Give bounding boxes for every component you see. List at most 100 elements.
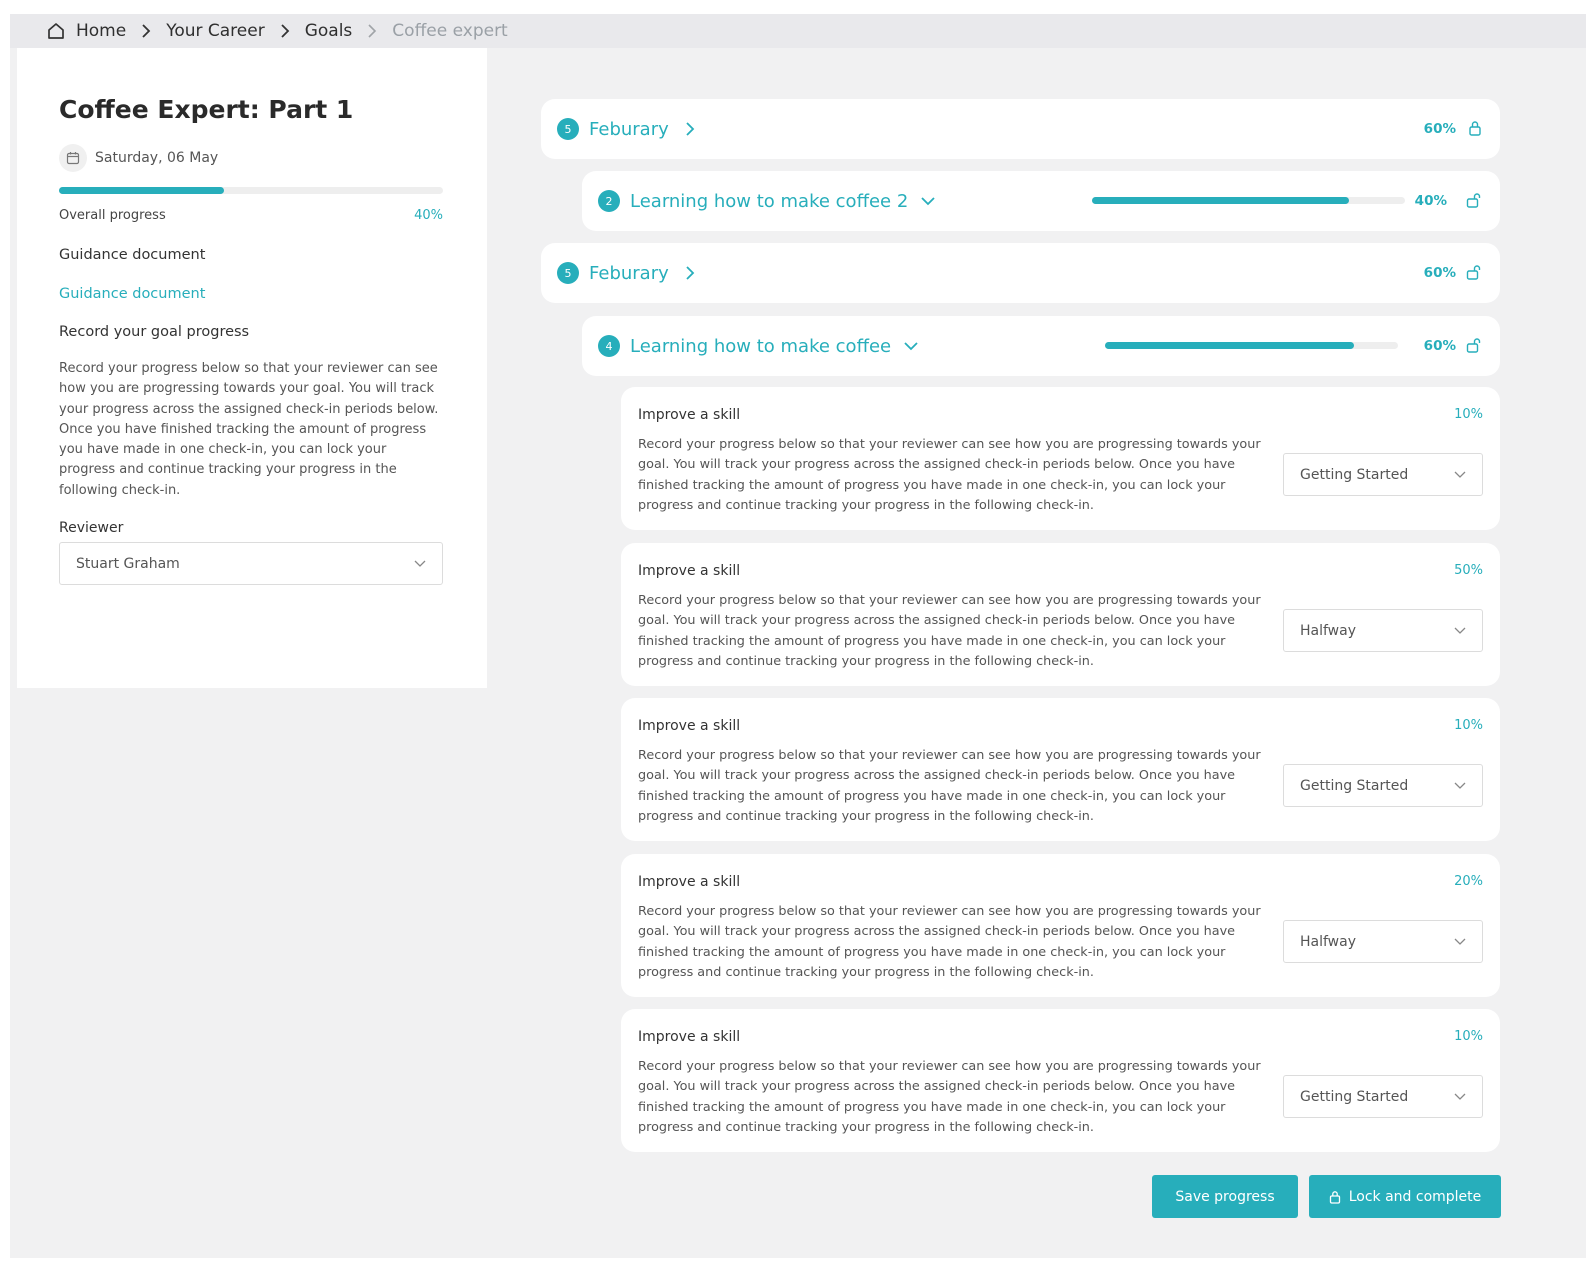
reviewer-value: Stuart Graham	[76, 555, 180, 572]
goal-percent: 40%	[1414, 193, 1447, 209]
save-progress-button[interactable]: Save progress	[1152, 1175, 1298, 1218]
skill-title: Improve a skill	[638, 1029, 741, 1045]
chevron-down-icon	[414, 556, 426, 572]
date-row: Saturday, 06 May	[59, 144, 218, 172]
skill-percent: 10%	[1454, 718, 1483, 733]
period-title: Feburary	[589, 262, 669, 284]
breadcrumb-current-label: Coffee expert	[392, 21, 508, 41]
calendar-icon	[59, 144, 87, 172]
app-frame: Home Your Career Goals Coffee expert Cof…	[10, 14, 1586, 1258]
unlock-icon[interactable]	[1466, 337, 1482, 353]
goal-card[interactable]: 4 Learning how to make coffee 60%	[582, 316, 1500, 376]
skill-status-select[interactable]: Getting Started	[1283, 1075, 1483, 1118]
chevron-down-icon	[1454, 467, 1466, 483]
overall-progress-row: Overall progress 40%	[59, 208, 443, 223]
breadcrumb-home[interactable]: Home	[46, 21, 126, 41]
goal-badge: 2	[598, 190, 620, 212]
reviewer-select[interactable]: Stuart Graham	[59, 542, 443, 585]
breadcrumb-home-label: Home	[76, 21, 127, 41]
period-card[interactable]: 5 Feburary 60%	[541, 243, 1500, 303]
skill-card: Improve a skill 10% Record your progress…	[621, 387, 1500, 530]
unlock-icon[interactable]	[1466, 192, 1482, 208]
chevron-down-icon	[1454, 1089, 1466, 1105]
skill-title: Improve a skill	[638, 407, 741, 423]
overall-progress-label: Overall progress	[59, 208, 166, 223]
guidance-heading: Guidance document	[59, 247, 206, 263]
home-icon	[46, 21, 66, 41]
period-badge: 5	[557, 118, 579, 140]
skill-description: Record your progress below so that your …	[638, 748, 1261, 824]
period-percent: 60%	[1423, 265, 1456, 281]
skill-status-select[interactable]: Halfway	[1283, 609, 1483, 652]
chevron-down-icon	[1454, 934, 1466, 950]
goal-summary-panel: Coffee Expert: Part 1 Saturday, 06 May O…	[17, 48, 487, 688]
goal-header: 4 Learning how to make coffee	[598, 335, 919, 357]
skill-description: Record your progress below so that your …	[638, 1059, 1261, 1135]
period-badge: 5	[557, 262, 579, 284]
date-text: Saturday, 06 May	[95, 150, 219, 166]
chevron-right-icon	[140, 23, 152, 39]
period-header: 5 Feburary	[557, 262, 695, 284]
goal-percent: 60%	[1423, 338, 1456, 354]
skill-percent: 10%	[1454, 1029, 1483, 1044]
period-percent: 60%	[1423, 121, 1456, 137]
goal-title: Learning how to make coffee 2	[630, 190, 909, 212]
breadcrumb-goals[interactable]: Goals	[305, 21, 353, 41]
goal-header: 2 Learning how to make coffee 2	[598, 190, 936, 212]
period-header: 5 Feburary	[557, 118, 695, 140]
breadcrumb-your-career-label: Your Career	[166, 21, 265, 41]
page-title: Coffee Expert: Part 1	[59, 95, 354, 124]
skill-percent: 10%	[1454, 407, 1483, 422]
period-card[interactable]: 5 Feburary 60%	[541, 99, 1500, 159]
goal-progress-bar	[1092, 197, 1405, 204]
skill-description: Record your progress below so that your …	[638, 593, 1261, 669]
unlock-icon[interactable]	[1466, 264, 1482, 280]
skill-status-value: Halfway	[1300, 933, 1356, 950]
goal-card[interactable]: 2 Learning how to make coffee 2 40%	[582, 171, 1500, 231]
chevron-right-icon	[279, 23, 291, 39]
skill-status-value: Getting Started	[1300, 777, 1409, 794]
lock-icon	[1329, 1190, 1341, 1204]
skill-percent: 50%	[1454, 563, 1483, 578]
skill-status-select[interactable]: Halfway	[1283, 920, 1483, 963]
skill-card: Improve a skill 50% Record your progress…	[621, 543, 1500, 686]
skill-description: Record your progress below so that your …	[638, 904, 1261, 980]
chevron-down-icon	[1454, 623, 1466, 639]
skill-status-value: Getting Started	[1300, 466, 1409, 483]
lock-icon[interactable]	[1468, 120, 1482, 136]
period-title: Feburary	[589, 118, 669, 140]
lock-and-complete-button[interactable]: Lock and complete	[1309, 1175, 1501, 1218]
skill-title: Improve a skill	[638, 563, 741, 579]
chevron-right-icon	[685, 265, 695, 281]
breadcrumb-your-career[interactable]: Your Career	[166, 21, 265, 41]
goal-progress-bar	[1105, 342, 1398, 349]
chevron-right-icon	[366, 23, 378, 39]
record-progress-heading: Record your goal progress	[59, 324, 250, 340]
overall-progress-bar	[59, 187, 443, 194]
overall-progress-fill	[59, 187, 225, 194]
goal-badge: 4	[598, 335, 620, 357]
breadcrumb-current: Coffee expert	[392, 21, 507, 41]
skill-card: Improve a skill 20% Record your progress…	[621, 854, 1500, 997]
skill-description: Record your progress below so that your …	[638, 437, 1261, 513]
breadcrumb: Home Your Career Goals Coffee expert	[10, 14, 1586, 48]
chevron-down-icon	[903, 341, 919, 351]
overall-progress-value: 40%	[414, 208, 443, 223]
guidance-document-link[interactable]: Guidance document	[59, 286, 205, 302]
save-progress-label: Save progress	[1175, 1188, 1275, 1205]
goal-progress-fill	[1092, 197, 1349, 204]
skill-status-select[interactable]: Getting Started	[1283, 764, 1483, 807]
chevron-down-icon	[1454, 778, 1466, 794]
skill-percent: 20%	[1454, 874, 1483, 889]
record-progress-description: Record your progress below so that your …	[59, 361, 439, 498]
goal-title: Learning how to make coffee	[630, 335, 892, 357]
skill-card: Improve a skill 10% Record your progress…	[621, 698, 1500, 841]
goal-progress-fill	[1105, 342, 1355, 349]
reviewer-label: Reviewer	[59, 520, 124, 536]
breadcrumb-goals-label: Goals	[304, 21, 353, 41]
chevron-down-icon	[920, 196, 936, 206]
skill-card: Improve a skill 10% Record your progress…	[621, 1009, 1500, 1152]
skill-status-select[interactable]: Getting Started	[1283, 453, 1483, 496]
skill-title: Improve a skill	[638, 874, 741, 890]
chevron-right-icon	[685, 121, 695, 137]
